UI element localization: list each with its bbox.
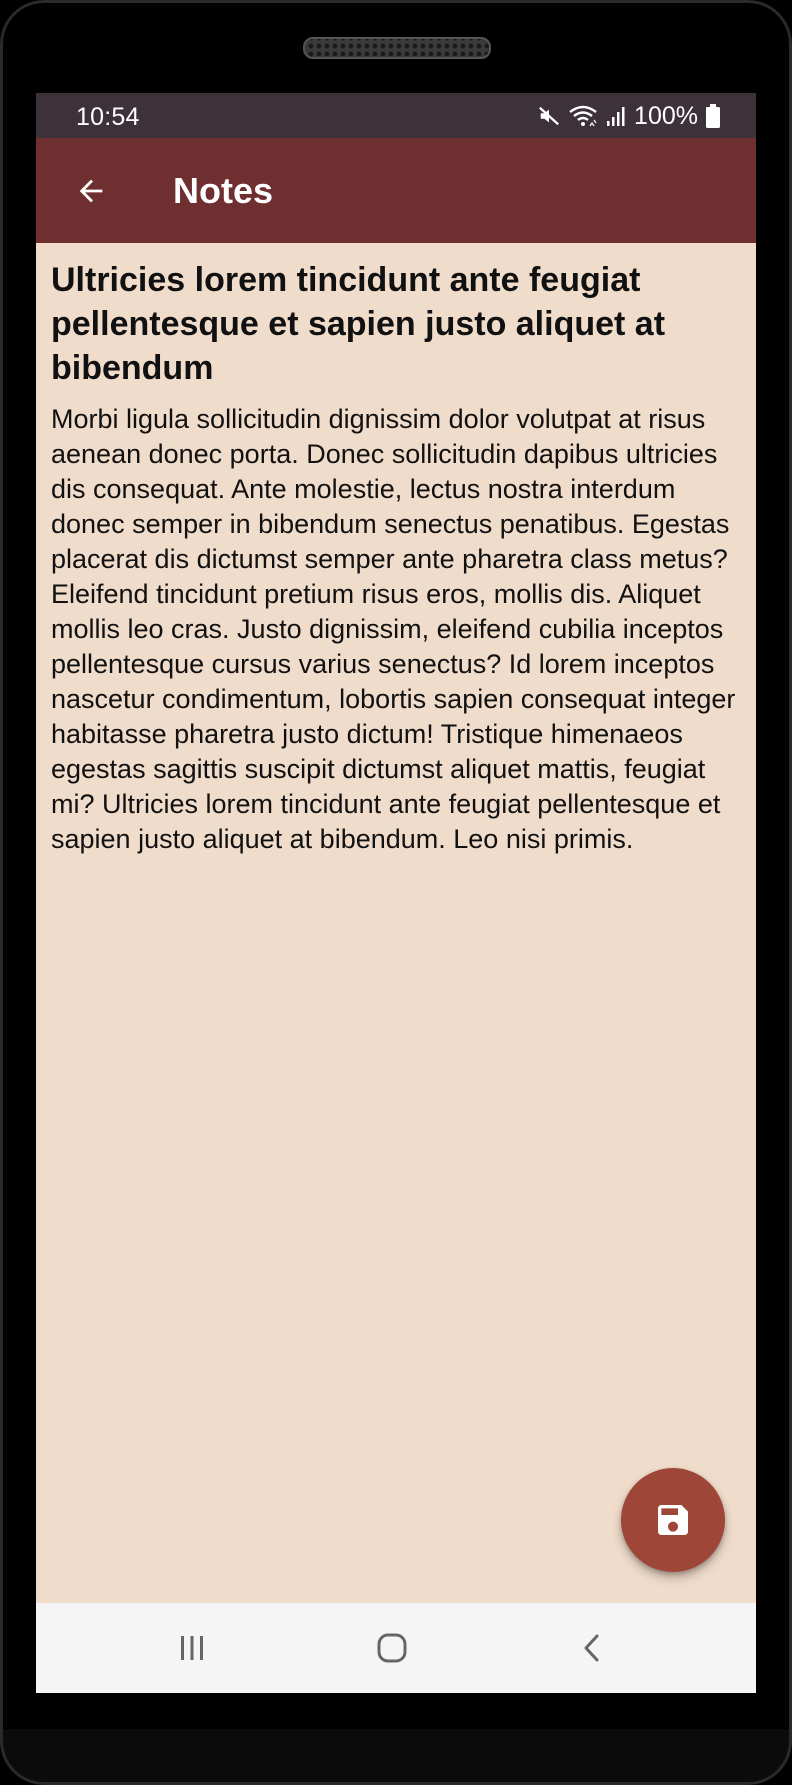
page-title: Notes: [173, 170, 274, 211]
battery-icon: [706, 104, 720, 128]
mute-icon: [539, 106, 559, 126]
note-body: Morbi ligula sollicitudin dignissim dolo…: [51, 404, 736, 854]
screen: 10:54 100% Notes Ultricies lorem tincidu…: [36, 93, 756, 1693]
recent-apps-icon: [181, 1636, 203, 1660]
app-bar: Notes: [36, 138, 756, 243]
save-icon: [658, 1505, 688, 1535]
earpiece-speaker: [303, 37, 491, 59]
wifi-icon: [569, 105, 597, 127]
back-icon: [584, 1634, 599, 1662]
phone-bottom-bezel: [0, 1729, 792, 1785]
home-icon: [377, 1633, 407, 1663]
recent-apps-button[interactable]: [162, 1625, 222, 1671]
phone-frame: 10:54 100% Notes Ultricies lorem tincidu…: [0, 0, 792, 1785]
system-nav-bar: [36, 1603, 756, 1693]
note-content: Ultricies lorem tincidunt ante feugiat p…: [51, 258, 746, 857]
back-button[interactable]: [66, 166, 116, 216]
status-time: 10:54: [76, 103, 140, 131]
save-button[interactable]: [621, 1468, 725, 1572]
signal-icon: [607, 107, 625, 126]
battery-percent: 100%: [634, 101, 698, 130]
nav-back-button[interactable]: [562, 1625, 622, 1671]
arrow-left-icon: [79, 179, 103, 203]
status-bar: 10:54 100%: [36, 93, 756, 138]
status-icons: 100%: [538, 101, 720, 131]
note-title: Ultricies lorem tincidunt ante feugiat p…: [51, 261, 666, 387]
home-button[interactable]: [362, 1625, 422, 1671]
